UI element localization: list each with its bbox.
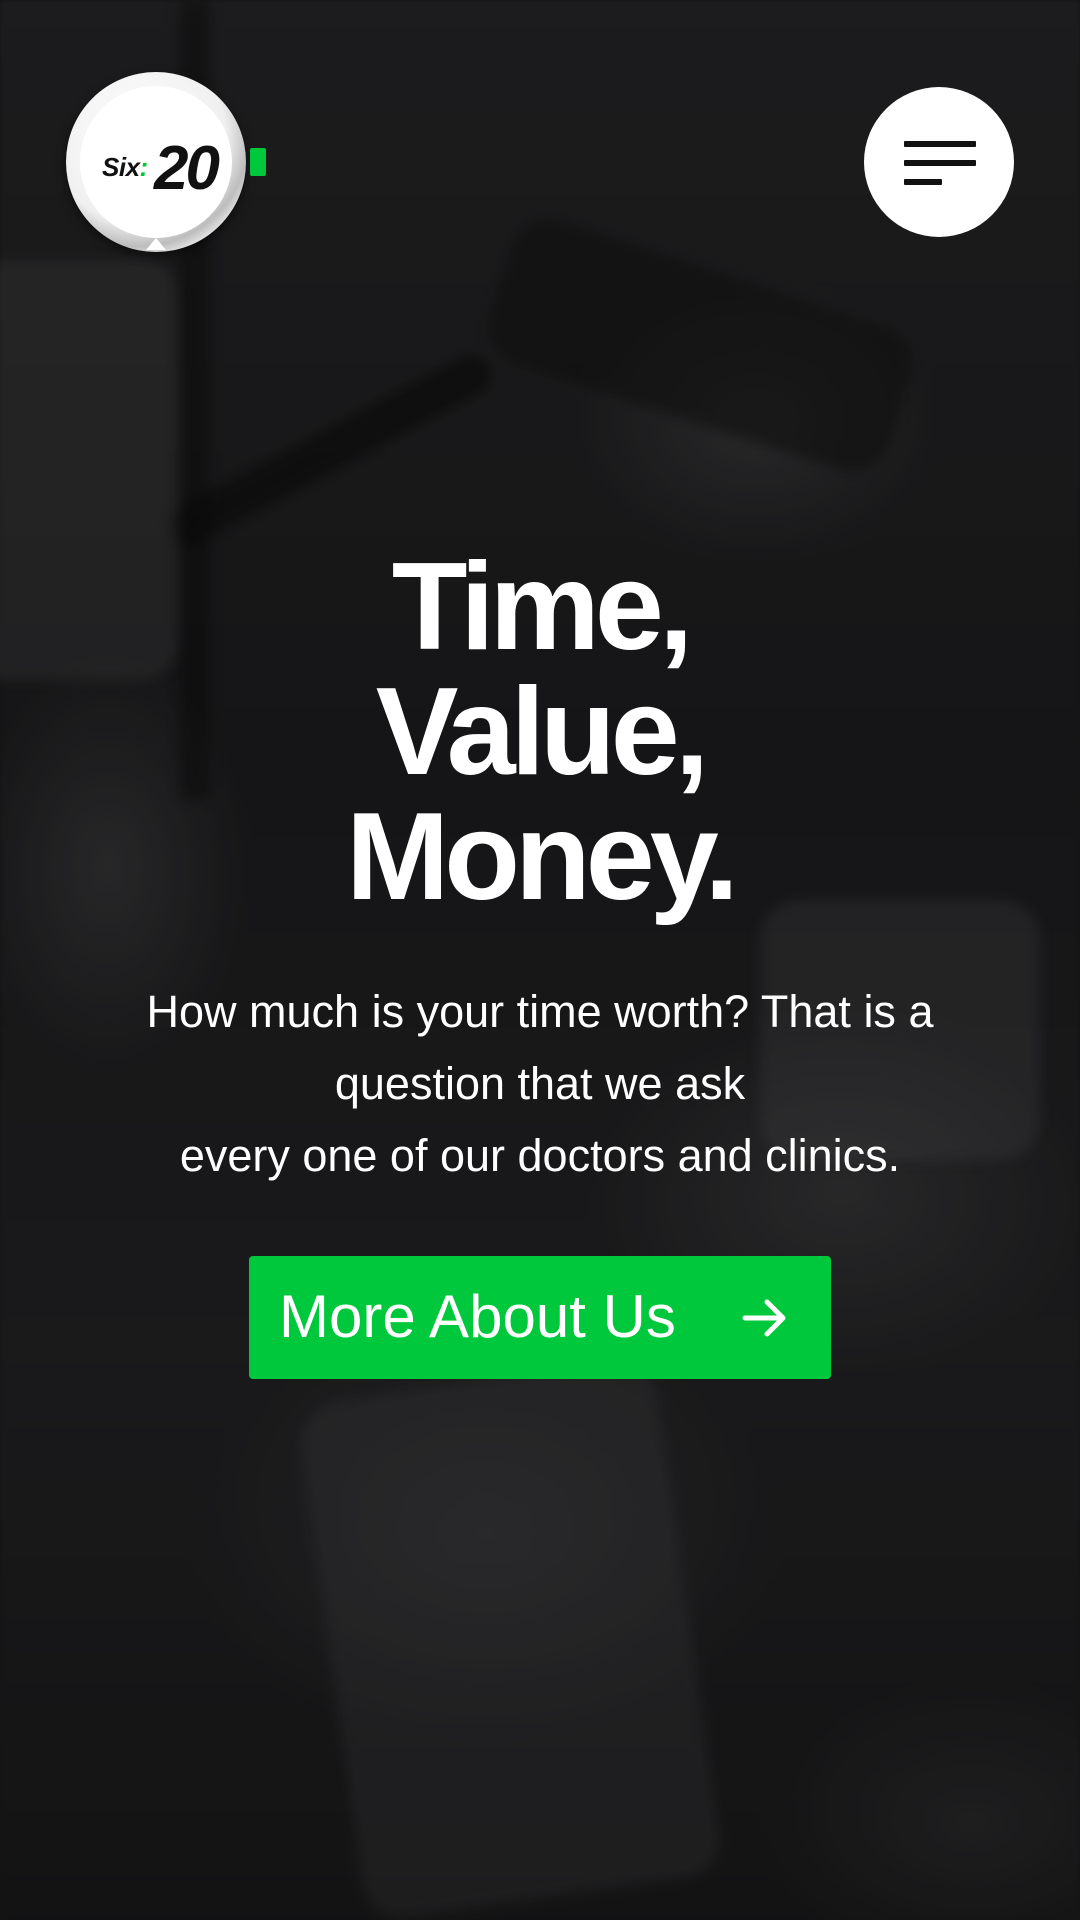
intro-line: every one of our doctors and clinics. xyxy=(179,1130,901,1181)
headline-line: Value, xyxy=(375,663,709,801)
hero-headline: Time, Value, Money. xyxy=(0,545,1080,920)
menu-button[interactable] xyxy=(864,87,1014,237)
logo-face: Six: 20 xyxy=(80,86,232,238)
headline-line: Time, xyxy=(391,538,694,676)
headline-line: Money. xyxy=(346,788,739,926)
logo-pointer xyxy=(146,238,166,250)
logo-number-text: 20 xyxy=(154,134,220,203)
hero-intro-text: How much is your time worth? That is a q… xyxy=(100,976,980,1192)
hero-dark-overlay xyxy=(0,0,1080,1920)
logo-green-tab xyxy=(250,148,266,176)
more-about-us-button[interactable]: More About Us xyxy=(249,1256,831,1379)
page: Six: 20 Time, Value, Money. How much is … xyxy=(0,0,1080,1920)
intro-line: How much is your time worth? That is a xyxy=(146,986,934,1037)
hamburger-menu-icon xyxy=(904,141,976,185)
site-logo[interactable]: Six: 20 xyxy=(66,72,246,252)
intro-line: question that we ask xyxy=(334,1058,746,1109)
arrow-right-icon xyxy=(742,1299,786,1337)
cta-label: More About Us xyxy=(279,1283,676,1350)
logo-six-text: Six: xyxy=(102,152,148,182)
